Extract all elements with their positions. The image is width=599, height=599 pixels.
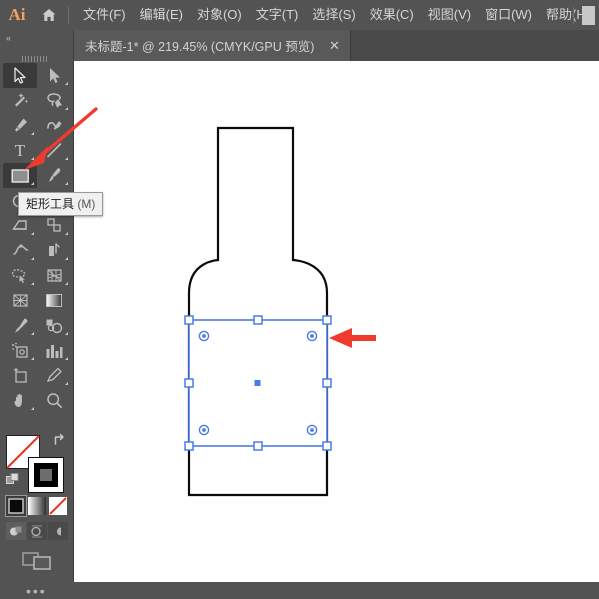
- collapse-panel-icon[interactable]: «: [6, 33, 11, 43]
- menu-view[interactable]: 视图(V): [421, 0, 478, 30]
- tool-group-indicator: [65, 107, 68, 110]
- mesh-tool[interactable]: [3, 288, 37, 313]
- draw-behind[interactable]: [27, 522, 47, 540]
- magic-wand-tool[interactable]: [3, 88, 37, 113]
- tool-group-indicator: [65, 132, 68, 135]
- tools-panel: « T •••: [0, 30, 74, 599]
- stroke-swatch-core: [40, 469, 52, 481]
- tool-group-indicator: [65, 82, 68, 85]
- tool-group-indicator: [31, 332, 34, 335]
- workspace-switcher[interactable]: [582, 6, 595, 25]
- selection-center-point: [254, 380, 261, 386]
- perspective-grid-tool[interactable]: [37, 263, 71, 288]
- menu-edit[interactable]: 编辑(E): [133, 0, 190, 30]
- tool-group-indicator: [65, 382, 68, 385]
- swap-fill-stroke-icon[interactable]: [52, 433, 66, 450]
- selection-tool[interactable]: [3, 63, 37, 88]
- rectangle-tool[interactable]: [3, 163, 37, 188]
- menu-effect[interactable]: 效果(C): [363, 0, 421, 30]
- lasso-tool[interactable]: [37, 88, 71, 113]
- free-transform-tool[interactable]: [37, 238, 71, 263]
- curvature-tool[interactable]: [37, 113, 71, 138]
- eyedropper-tool[interactable]: [3, 313, 37, 338]
- line-segment-tool[interactable]: [37, 138, 71, 163]
- close-icon[interactable]: ✕: [328, 39, 340, 52]
- color-mode-none[interactable]: [48, 496, 68, 516]
- hand-tool[interactable]: [3, 388, 37, 413]
- pen-tool[interactable]: [3, 113, 37, 138]
- document-tab[interactable]: 未标题-1* @ 219.45% (CMYK/GPU 预览) ✕: [73, 30, 352, 61]
- menu-file[interactable]: 文件(F): [76, 0, 133, 30]
- tooltip-label: 矩形工具: [26, 197, 75, 211]
- artboard-tool[interactable]: [3, 363, 37, 388]
- eraser-tool[interactable]: [3, 213, 37, 238]
- menu-bar: Ai 文件(F) 编辑(E) 对象(O) 文字(T) 选择(S) 效果(C) 视…: [0, 0, 599, 30]
- tool-group-indicator: [65, 282, 68, 285]
- tooltip-shortcut: (M): [77, 197, 96, 211]
- fill-stroke-controls: [6, 433, 68, 493]
- menu-divider: [68, 6, 69, 24]
- draw-normal[interactable]: [6, 522, 26, 540]
- tool-group-indicator: [31, 182, 34, 185]
- default-fill-stroke-icon[interactable]: [6, 473, 20, 492]
- handle-bottom-center: [253, 441, 263, 451]
- edit-toolbar-icon[interactable]: •••: [26, 583, 47, 599]
- menu-window[interactable]: 窗口(W): [478, 0, 539, 30]
- blend-tool[interactable]: [37, 313, 71, 338]
- handle-top-left: [184, 315, 194, 325]
- tool-group-indicator: [31, 282, 34, 285]
- menu-select[interactable]: 选择(S): [305, 0, 362, 30]
- gradient-tool[interactable]: [37, 288, 71, 313]
- tool-group-indicator: [31, 232, 34, 235]
- panel-grip[interactable]: [22, 49, 50, 62]
- tool-group-indicator: [31, 132, 34, 135]
- zoom-tool[interactable]: [37, 388, 71, 413]
- tool-group-indicator: [65, 232, 68, 235]
- illustrator-window: Ai 文件(F) 编辑(E) 对象(O) 文字(T) 选择(S) 效果(C) 视…: [0, 0, 599, 599]
- slice-tool[interactable]: [37, 363, 71, 388]
- direct-selection-tool[interactable]: [37, 63, 71, 88]
- handle-top-center: [253, 315, 263, 325]
- type-tool-glyph: T: [14, 140, 26, 160]
- toolbar-divider-right: [573, 7, 574, 24]
- color-mode-row: [5, 495, 68, 517]
- color-mode-color[interactable]: [5, 495, 27, 517]
- tool-list: T: [0, 63, 73, 413]
- stroke-swatch[interactable]: [28, 457, 64, 493]
- tool-group-indicator: [65, 257, 68, 260]
- paintbrush-tool[interactable]: [37, 163, 71, 188]
- symbol-sprayer-tool[interactable]: [3, 338, 37, 363]
- draw-mode-row: [6, 522, 68, 540]
- menu-type[interactable]: 文字(T): [249, 0, 306, 30]
- canvas-area[interactable]: [74, 61, 599, 582]
- home-icon[interactable]: [34, 0, 64, 30]
- document-tab-bar: 未标题-1* @ 219.45% (CMYK/GPU 预览) ✕: [0, 30, 599, 61]
- handle-bottom-right: [322, 441, 332, 451]
- handle-middle-left: [184, 378, 194, 388]
- tool-group-indicator: [31, 157, 34, 160]
- handle-top-right: [322, 315, 332, 325]
- app-logo: Ai: [8, 5, 26, 24]
- tool-group-indicator: [31, 407, 34, 410]
- tool-group-indicator: [65, 332, 68, 335]
- tool-group-indicator: [31, 257, 34, 260]
- document-tab-title: 未标题-1* @ 219.45% (CMYK/GPU 预览): [85, 40, 315, 54]
- tool-group-indicator: [65, 357, 68, 360]
- width-tool[interactable]: [3, 238, 37, 263]
- type-tool[interactable]: T: [3, 138, 37, 163]
- rotate-tool[interactable]: [37, 213, 71, 238]
- menu-object[interactable]: 对象(O): [190, 0, 249, 30]
- artwork-svg: [184, 126, 332, 497]
- tool-group-indicator: [65, 157, 68, 160]
- tooltip-rectangle-tool: 矩形工具 (M): [18, 192, 104, 216]
- column-graph-tool[interactable]: [37, 338, 71, 363]
- tool-group-indicator: [65, 182, 68, 185]
- shape-builder-tool[interactable]: [3, 263, 37, 288]
- color-mode-gradient[interactable]: [27, 496, 47, 516]
- handle-middle-right: [322, 378, 332, 388]
- draw-inside[interactable]: [48, 522, 68, 540]
- change-screen-mode[interactable]: [22, 548, 52, 577]
- tool-group-indicator: [31, 357, 34, 360]
- handle-bottom-left: [184, 441, 194, 451]
